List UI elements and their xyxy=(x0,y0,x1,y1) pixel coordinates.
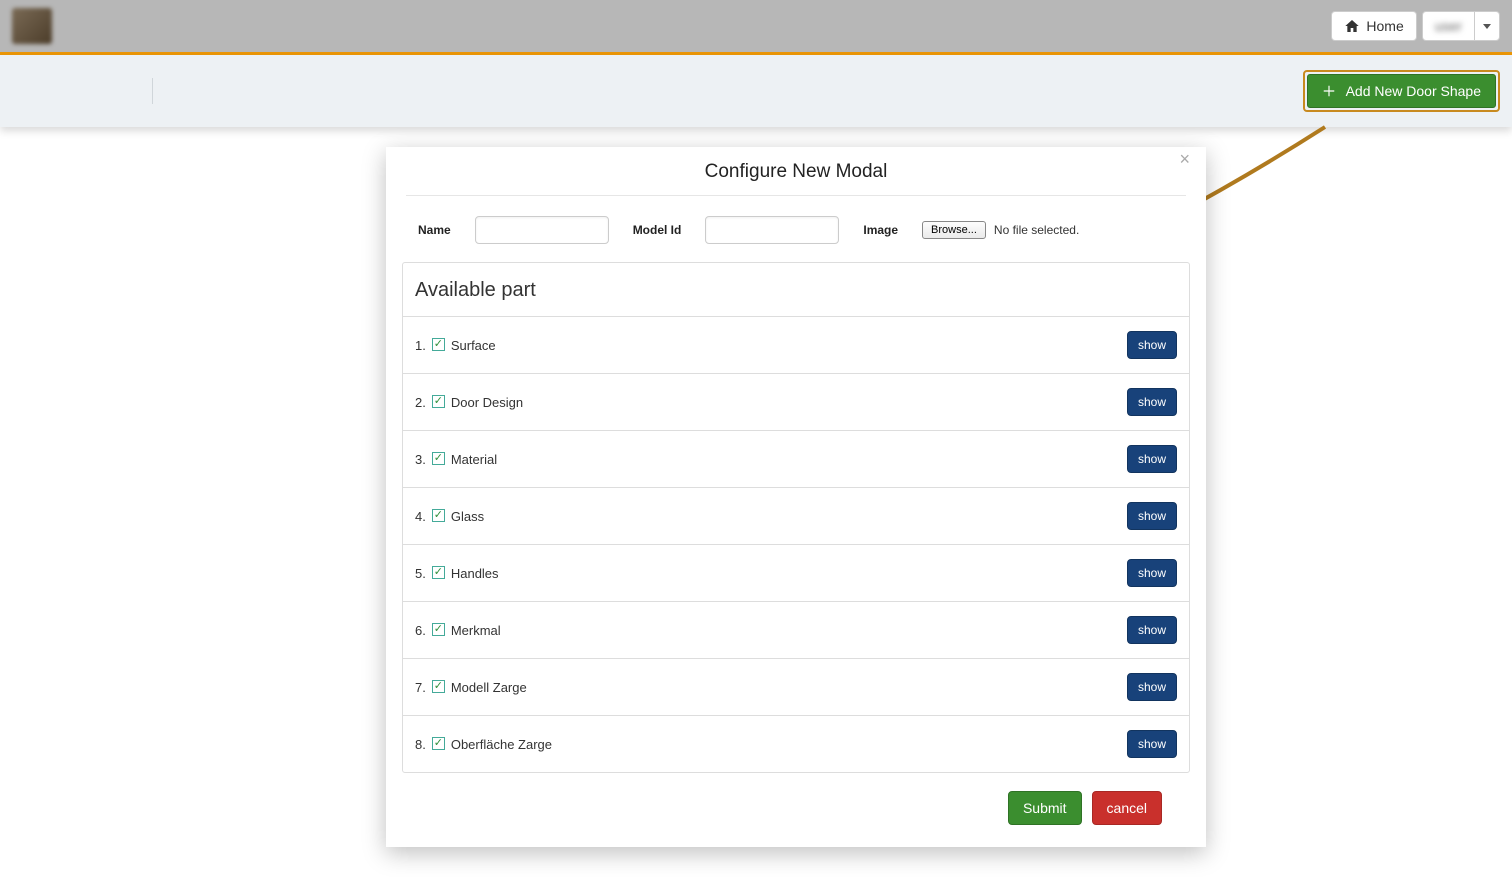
part-left: 3. Material xyxy=(415,452,497,467)
image-label: Image xyxy=(863,223,898,237)
top-right-controls: Home user xyxy=(1331,11,1500,41)
part-number: 8. xyxy=(415,737,426,752)
submit-button[interactable]: Submit xyxy=(1008,791,1082,825)
top-bar: Home user xyxy=(0,0,1512,55)
modal-title: Configure New Modal xyxy=(406,161,1186,183)
part-checkbox[interactable] xyxy=(432,338,445,351)
part-label: Material xyxy=(451,452,497,467)
configure-modal: Configure New Modal × Name Model Id Imag… xyxy=(386,147,1206,847)
part-number: 1. xyxy=(415,338,426,353)
part-row: 3. Material show xyxy=(403,431,1189,488)
part-left: 8. Oberfläche Zarge xyxy=(415,737,552,752)
part-label: Door Design xyxy=(451,395,523,410)
home-button[interactable]: Home xyxy=(1331,11,1416,41)
modal-form-row: Name Model Id Image Browse... No file se… xyxy=(386,196,1206,262)
part-row: 5. Handles show xyxy=(403,545,1189,602)
show-button[interactable]: show xyxy=(1127,730,1177,758)
modal-header: Configure New Modal × xyxy=(406,147,1186,196)
modal-footer: Submit cancel xyxy=(386,773,1206,827)
part-left: 1. Surface xyxy=(415,338,496,353)
show-button[interactable]: show xyxy=(1127,559,1177,587)
part-left: 6. Merkmal xyxy=(415,623,501,638)
part-checkbox[interactable] xyxy=(432,737,445,750)
part-number: 7. xyxy=(415,680,426,695)
show-button[interactable]: show xyxy=(1127,673,1177,701)
part-label: Merkmal xyxy=(451,623,501,638)
part-left: 5. Handles xyxy=(415,566,499,581)
plus-icon xyxy=(1322,84,1336,98)
part-checkbox[interactable] xyxy=(432,395,445,408)
part-row: 1. Surface show xyxy=(403,317,1189,374)
user-menu-group: user xyxy=(1423,11,1500,41)
available-parts-title: Available part xyxy=(403,263,1189,317)
show-button[interactable]: show xyxy=(1127,445,1177,473)
part-checkbox[interactable] xyxy=(432,623,445,636)
chevron-down-icon xyxy=(1483,24,1491,29)
available-parts-panel: Available part 1. Surface show 2. Door Desig… xyxy=(402,262,1190,773)
show-button[interactable]: show xyxy=(1127,502,1177,530)
add-button-highlight: Add New Door Shape xyxy=(1303,70,1500,112)
part-row: 6. Merkmal show xyxy=(403,602,1189,659)
browse-button[interactable]: Browse... xyxy=(922,221,986,239)
part-checkbox[interactable] xyxy=(432,452,445,465)
app-logo xyxy=(12,8,52,44)
part-label: Modell Zarge xyxy=(451,680,527,695)
add-new-door-shape-button[interactable]: Add New Door Shape xyxy=(1307,74,1496,108)
part-row: 7. Modell Zarge show xyxy=(403,659,1189,716)
part-left: 7. Modell Zarge xyxy=(415,680,527,695)
sub-header: Add New Door Shape xyxy=(0,55,1512,127)
part-number: 6. xyxy=(415,623,426,638)
modelid-input[interactable] xyxy=(705,216,839,244)
part-left: 4. Glass xyxy=(415,509,484,524)
name-label: Name xyxy=(418,223,451,237)
part-row: 8. Oberfläche Zarge show xyxy=(403,716,1189,772)
modal-close-button[interactable]: × xyxy=(1179,149,1190,170)
breadcrumb-area xyxy=(12,76,212,106)
part-label: Glass xyxy=(451,509,484,524)
user-button[interactable]: user xyxy=(1422,11,1475,41)
home-label: Home xyxy=(1366,18,1403,34)
show-button[interactable]: show xyxy=(1127,331,1177,359)
image-file-group: Browse... No file selected. xyxy=(922,221,1079,239)
part-left: 2. Door Design xyxy=(415,395,523,410)
part-label: Surface xyxy=(451,338,496,353)
add-button-label: Add New Door Shape xyxy=(1346,83,1481,99)
parts-list: 1. Surface show 2. Door Design show 3. Material… xyxy=(403,317,1189,772)
part-row: 4. Glass show xyxy=(403,488,1189,545)
show-button[interactable]: show xyxy=(1127,616,1177,644)
part-row: 2. Door Design show xyxy=(403,374,1189,431)
home-icon xyxy=(1344,18,1360,34)
name-input[interactable] xyxy=(475,216,609,244)
part-checkbox[interactable] xyxy=(432,509,445,522)
file-status: No file selected. xyxy=(994,223,1079,237)
user-dropdown-toggle[interactable] xyxy=(1474,11,1500,41)
show-button[interactable]: show xyxy=(1127,388,1177,416)
part-checkbox[interactable] xyxy=(432,566,445,579)
part-number: 2. xyxy=(415,395,426,410)
divider xyxy=(152,78,153,104)
part-number: 5. xyxy=(415,566,426,581)
user-name: user xyxy=(1435,18,1462,34)
modelid-label: Model Id xyxy=(633,223,682,237)
part-label: Oberfläche Zarge xyxy=(451,737,552,752)
part-number: 3. xyxy=(415,452,426,467)
cancel-button[interactable]: cancel xyxy=(1092,791,1162,825)
part-number: 4. xyxy=(415,509,426,524)
part-checkbox[interactable] xyxy=(432,680,445,693)
part-label: Handles xyxy=(451,566,499,581)
